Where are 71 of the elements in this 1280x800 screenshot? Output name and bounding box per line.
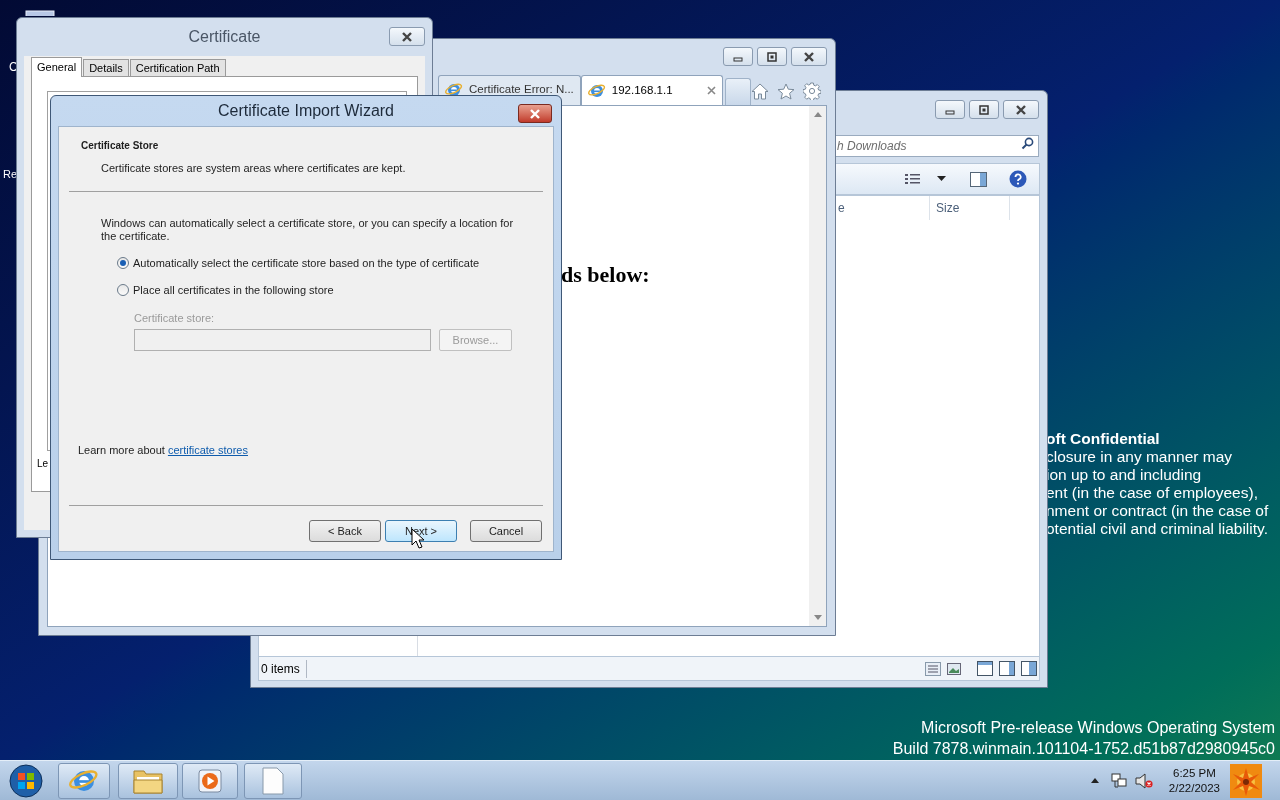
column-header[interactable]: Size [930, 196, 1010, 220]
maximize-icon [767, 51, 777, 62]
close-button[interactable] [791, 47, 827, 66]
close-icon [529, 107, 541, 120]
star-icon[interactable] [777, 82, 795, 100]
notice-line: otential civil and criminal liability. [1046, 520, 1269, 538]
scrollbar[interactable] [809, 106, 826, 626]
muted-speaker-icon[interactable] [1134, 772, 1153, 789]
close-button[interactable] [389, 27, 425, 46]
partial-text: Le [36, 457, 49, 471]
search-icon[interactable] [1021, 137, 1034, 150]
clock-date[interactable]: 2/22/2023 [1168, 780, 1220, 796]
page-text: ds below: [561, 262, 650, 287]
thumbnail-view-icon[interactable] [947, 662, 961, 675]
notice-line: closure in any manner may [1046, 448, 1234, 466]
step-heading: Certificate Store [81, 139, 160, 153]
dialog-tab[interactable]: Certification Path [129, 59, 226, 76]
radio-button[interactable] [117, 284, 129, 297]
close-button[interactable] [518, 104, 552, 123]
taskbar-button[interactable] [58, 762, 110, 799]
close-icon [401, 30, 413, 43]
layout-icon[interactable] [977, 661, 993, 676]
scroll-up-icon[interactable] [813, 112, 822, 117]
help-icon[interactable] [1009, 170, 1027, 188]
close-icon [803, 50, 815, 63]
wizard-button[interactable]: Cancel [470, 520, 542, 542]
dialog-tab[interactable]: Details [83, 59, 129, 76]
maximize-button[interactable] [757, 47, 787, 66]
maximize-button[interactable] [969, 100, 999, 119]
minimize-button[interactable] [723, 47, 753, 66]
window-title: Certificate [188, 27, 261, 47]
taskbar-button[interactable] [244, 762, 302, 799]
item-count: 0 items [259, 659, 307, 678]
view-list-icon[interactable] [905, 172, 921, 186]
taskbar-button[interactable] [182, 762, 238, 799]
settings-icon[interactable] [803, 82, 821, 100]
preview-pane-icon[interactable] [970, 171, 987, 187]
build-info-text: Build 7878.winmain.101104-1752.d51b87d2980945c0 [892, 739, 1275, 759]
minimize-button[interactable] [935, 100, 965, 119]
intro-text: Windows can automatically select a certificate store, or you can specify a location for the certificate. [101, 216, 515, 243]
show-hidden-icons-icon[interactable] [1090, 778, 1099, 783]
flower-icon[interactable] [1230, 763, 1262, 798]
radio-option[interactable]: Automatically select the certificate store based on the type of certificate [117, 254, 513, 271]
certificate-stores-link[interactable]: certificate stores [167, 443, 248, 456]
network-icon[interactable] [1110, 772, 1127, 789]
dialog-tab[interactable]: General [31, 57, 83, 77]
home-icon[interactable] [751, 82, 769, 100]
column-header[interactable]: e [838, 196, 930, 220]
desktop-icon-label[interactable]: Re [3, 166, 18, 183]
step-description: Certificate stores are system areas where certificates are kept. [100, 161, 407, 176]
layout-icon[interactable] [999, 661, 1015, 676]
close-icon [1015, 103, 1027, 116]
close-button[interactable] [1003, 100, 1039, 119]
details-view-icon[interactable] [925, 661, 941, 676]
build-info-text: Microsoft Pre-release Windows Operating System [921, 718, 1275, 738]
learn-more-text: Learn more about certificate stores [78, 443, 248, 456]
window-title: Certificate Import Wizard [217, 101, 394, 121]
media-player-icon [198, 768, 222, 793]
radio-option[interactable]: Place all certificates in the following store [117, 282, 513, 299]
scroll-down-icon[interactable] [813, 615, 822, 620]
field-label: Certificate store: [134, 310, 216, 326]
close-tab-icon[interactable] [706, 86, 716, 95]
radio-button[interactable] [117, 256, 129, 269]
document-icon [262, 766, 284, 795]
browser-tab[interactable]: 192.168.1.1 [580, 75, 723, 105]
search-field[interactable]: h Downloads [836, 135, 1039, 157]
clock-time[interactable]: 6:25 PM [1173, 765, 1216, 781]
wizard-button[interactable]: < Back [309, 520, 381, 542]
layout-icon[interactable] [1021, 661, 1037, 676]
maximize-icon [979, 104, 989, 115]
dropdown-arrow-icon[interactable] [937, 176, 946, 182]
